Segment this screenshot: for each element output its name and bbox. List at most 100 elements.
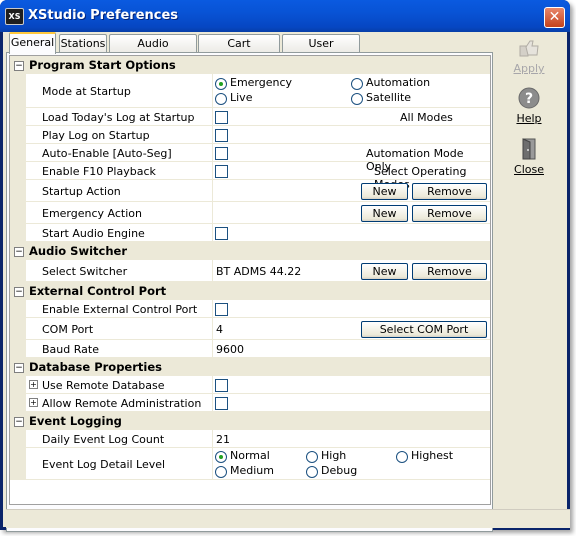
category-title: Audio Switcher (29, 244, 127, 258)
tab-audio-properties[interactable]: Audio Properties (109, 34, 197, 67)
title-bar[interactable]: XS XStudio Preferences ✕ (0, 0, 570, 32)
row-enable-external-port: Enable External Control Port (10, 300, 490, 318)
tab-stations[interactable]: Stations (59, 34, 107, 52)
property-label: Auto-Enable [Auto-Seg] (42, 146, 172, 160)
xstudio-app-icon: XS (5, 8, 24, 25)
help-icon: ? (517, 87, 541, 109)
radio-live-label: Live (230, 91, 253, 104)
row-allow-remote-admin: + Allow Remote Administration (10, 394, 490, 412)
collapse-icon[interactable]: − (14, 61, 24, 71)
select-com-port-button[interactable]: Select COM Port (361, 321, 487, 338)
startup-action-new-button[interactable]: New (361, 183, 408, 200)
help-label: Help (516, 112, 542, 125)
property-label: Allow Remote Administration (42, 396, 202, 410)
daily-log-count-value[interactable]: 21 (216, 433, 230, 446)
property-label: Event Log Detail Level (42, 457, 166, 471)
radio-live[interactable] (215, 93, 227, 105)
radio-normal-label: Normal (230, 449, 270, 462)
category-title: Database Properties (29, 360, 162, 374)
radio-medium[interactable] (215, 466, 227, 478)
category-title: External Control Port (29, 284, 167, 298)
category-program-start-options[interactable]: − Program Start Options (10, 56, 490, 74)
tab-cart-categories[interactable]: Cart Categories (198, 34, 280, 67)
tab-general[interactable]: General (9, 32, 56, 54)
close-label: Close (514, 163, 544, 176)
category-title: Event Logging (29, 414, 122, 428)
client-area: General Stations Audio Properties Cart C… (3, 32, 570, 532)
switcher-new-button[interactable]: New (361, 263, 408, 280)
door-exit-icon (517, 138, 541, 160)
collapse-icon[interactable]: − (14, 363, 24, 373)
radio-highest[interactable] (396, 451, 408, 463)
help-button[interactable]: ? Help (496, 87, 562, 125)
row-load-log: Load Today's Log at Startup All Modes (10, 108, 490, 126)
row-baud-rate: Baud Rate 9600 (10, 340, 490, 358)
apply-icon (517, 37, 541, 59)
radio-high[interactable] (306, 451, 318, 463)
collapse-icon[interactable]: − (14, 247, 24, 257)
row-daily-log-count: Daily Event Log Count 21 (10, 430, 490, 448)
close-button[interactable]: Close (496, 138, 562, 176)
row-auto-enable: Auto-Enable [Auto-Seg] Automation Mode O… (10, 144, 490, 173)
radio-automation[interactable] (351, 78, 363, 90)
emergency-action-remove-button[interactable]: Remove (412, 205, 487, 222)
row-use-remote-database: + Use Remote Database (10, 376, 490, 394)
tab-user-interface[interactable]: User Interface (282, 34, 360, 67)
property-label: Emergency Action (42, 206, 142, 220)
radio-emergency[interactable] (215, 78, 227, 90)
radio-automation-label: Automation (366, 76, 431, 89)
category-external-control-port[interactable]: − External Control Port (10, 282, 490, 300)
row-startup-action: Startup Action New Remove (10, 180, 490, 202)
checkbox-f10-playback[interactable] (215, 165, 228, 178)
property-label: Baud Rate (42, 342, 99, 356)
checkbox-use-remote-database[interactable] (215, 379, 228, 392)
status-strip (6, 509, 570, 528)
radio-satellite[interactable] (351, 93, 363, 105)
switcher-remove-button[interactable]: Remove (412, 263, 487, 280)
property-label: Load Today's Log at Startup (42, 110, 195, 124)
close-icon: ✕ (548, 9, 561, 25)
property-label: Start Audio Engine (42, 226, 145, 240)
expand-icon[interactable]: + (29, 398, 38, 407)
property-label: Enable F10 Playback (42, 164, 156, 178)
emergency-action-new-button[interactable]: New (361, 205, 408, 222)
window-title: XStudio Preferences (28, 8, 179, 23)
radio-debug[interactable] (306, 466, 318, 478)
checkbox-auto-enable[interactable] (215, 147, 228, 160)
note-all-modes: All Modes (400, 111, 453, 124)
row-event-log-detail: Event Log Detail Level Normal High Highe… (10, 448, 490, 480)
property-label: COM Port (42, 322, 94, 336)
property-label: Use Remote Database (42, 378, 165, 392)
expand-icon[interactable]: + (29, 380, 38, 389)
property-label: Startup Action (42, 184, 121, 198)
category-title: Program Start Options (29, 58, 176, 72)
checkbox-start-audio-engine[interactable] (215, 227, 228, 240)
general-tab-panel: − Program Start Options Mode at Startup … (6, 52, 493, 532)
radio-satellite-label: Satellite (366, 91, 412, 104)
checkbox-allow-remote-admin[interactable] (215, 397, 228, 410)
category-audio-switcher[interactable]: − Audio Switcher (10, 242, 490, 260)
row-com-port: COM Port 4 Select COM Port (10, 318, 490, 340)
row-emergency-action: Emergency Action New Remove (10, 202, 490, 224)
row-f10-playback: Enable F10 Playback Select Operating Mod… (10, 162, 490, 191)
property-grid: − Program Start Options Mode at Startup … (9, 55, 491, 505)
row-play-log: Play Log on Startup (10, 126, 490, 144)
side-toolbar: Apply ? Help Close (496, 32, 562, 522)
checkbox-play-log[interactable] (215, 129, 228, 142)
svg-text:?: ? (525, 91, 533, 107)
baud-rate-value[interactable]: 9600 (216, 343, 244, 356)
collapse-icon[interactable]: − (14, 417, 24, 427)
collapse-icon[interactable]: − (14, 287, 24, 297)
property-label: Play Log on Startup (42, 128, 150, 142)
apply-label: Apply (513, 62, 545, 75)
category-event-logging[interactable]: − Event Logging (10, 412, 490, 430)
radio-normal[interactable] (215, 451, 227, 463)
apply-button[interactable]: Apply (496, 37, 562, 75)
checkbox-load-log[interactable] (215, 111, 228, 124)
checkbox-enable-external-port[interactable] (215, 303, 228, 316)
close-window-button[interactable]: ✕ (544, 7, 565, 28)
row-mode-at-startup: Mode at Startup Emergency Automation Liv… (10, 74, 490, 108)
radio-debug-label: Debug (321, 464, 358, 477)
category-database-properties[interactable]: − Database Properties (10, 358, 490, 376)
startup-action-remove-button[interactable]: Remove (412, 183, 487, 200)
